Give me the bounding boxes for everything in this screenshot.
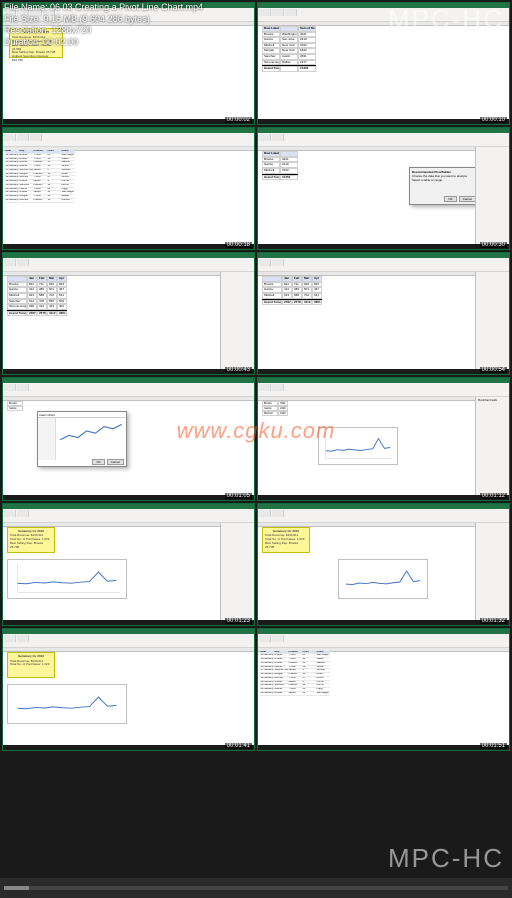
- pivot-crosstab: JanFebMarApr Brooks842711920833 Garcia41…: [262, 276, 322, 305]
- pivotchart-fields-pane[interactable]: [475, 523, 509, 620]
- thumbnail-9[interactable]: Summary for 2016 Total Revenue: $130,911…: [2, 503, 255, 626]
- thumbnail-12[interactable]: DateRepProductUnitsClient 12-January-201…: [257, 628, 510, 751]
- windows-taskbar: 00:00:02: [3, 119, 254, 124]
- thumbnail-3[interactable]: DateRepProductUnitsClient 12-January-201…: [2, 127, 255, 250]
- thumbnail-6[interactable]: JanFebMarApr Brooks842711920833 Garcia41…: [257, 252, 510, 375]
- file-info-overlay: File Name: 06 03 Creating a Pivot Line C…: [4, 2, 203, 49]
- cancel-button[interactable]: Cancel: [107, 459, 124, 465]
- summary-note: Summary for 2016 Total Revenue: $130,911…: [262, 527, 310, 553]
- thumbnail-5[interactable]: JanFebMarApr Brooks842711920833 Garcia41…: [2, 252, 255, 375]
- player-brand-bottom: MPC-HC: [388, 843, 504, 874]
- pivot-fields-pane[interactable]: [220, 272, 254, 369]
- thumbnail-10[interactable]: Summary for 2016 Total Revenue: $130,911…: [257, 503, 510, 626]
- data-grid: DateRepProductUnitsClient 12-January-201…: [5, 150, 75, 203]
- worksheet-area: Row LabelsSum of Revenue BrooksWashingto…: [258, 22, 509, 119]
- timestamp: 00:00:02: [225, 117, 252, 123]
- seek-progress: [4, 886, 29, 890]
- seek-bar[interactable]: [4, 886, 508, 890]
- summary-note: Summary for 2016 Total Revenue: $130,911…: [7, 652, 55, 678]
- pivot-fields-pane[interactable]: [475, 147, 509, 244]
- cancel-button[interactable]: Cancel: [459, 196, 476, 202]
- recommended-pivot-dialog[interactable]: Recommended PivotTables Choose the data …: [409, 167, 479, 205]
- pivot-table: Row Labels Brooks3421 Garcia2419 Mitchel…: [262, 151, 298, 180]
- player-brand-top: MPC-HC: [388, 4, 504, 35]
- pivot-crosstab: JanFebMarApr Brooks842711920833 Garcia41…: [7, 276, 67, 316]
- pivotchart-fields-pane[interactable]: PivotChart Fields: [475, 397, 509, 494]
- pivotchart-fields-pane[interactable]: [220, 523, 254, 620]
- insert-chart-dialog[interactable]: Insert Chart OK Cancel: [37, 411, 127, 467]
- data-grid: DateRepProductUnitsClient 12-January-201…: [260, 651, 330, 696]
- thumbnail-11[interactable]: Summary for 2016 Total Revenue: $130,911…: [2, 628, 255, 751]
- pivot-table: Row LabelsSum of Revenue BrooksWashingto…: [262, 26, 316, 72]
- chart-preview-icon: [58, 420, 124, 446]
- watermark-text: www.cgku.com: [177, 418, 336, 444]
- pivot-line-chart[interactable]: [7, 684, 127, 724]
- ok-button[interactable]: OK: [444, 196, 456, 202]
- pivot-fields-pane[interactable]: [475, 272, 509, 369]
- ok-button[interactable]: OK: [92, 459, 104, 465]
- thumbnail-4[interactable]: Row Labels Brooks3421 Garcia2419 Mitchel…: [257, 127, 510, 250]
- pivot-line-chart[interactable]: [7, 559, 127, 599]
- pivot-line-chart[interactable]: [338, 559, 428, 599]
- player-controls[interactable]: [0, 878, 512, 898]
- summary-note: Summary for 2016 Total Revenue: $130,911…: [7, 527, 55, 553]
